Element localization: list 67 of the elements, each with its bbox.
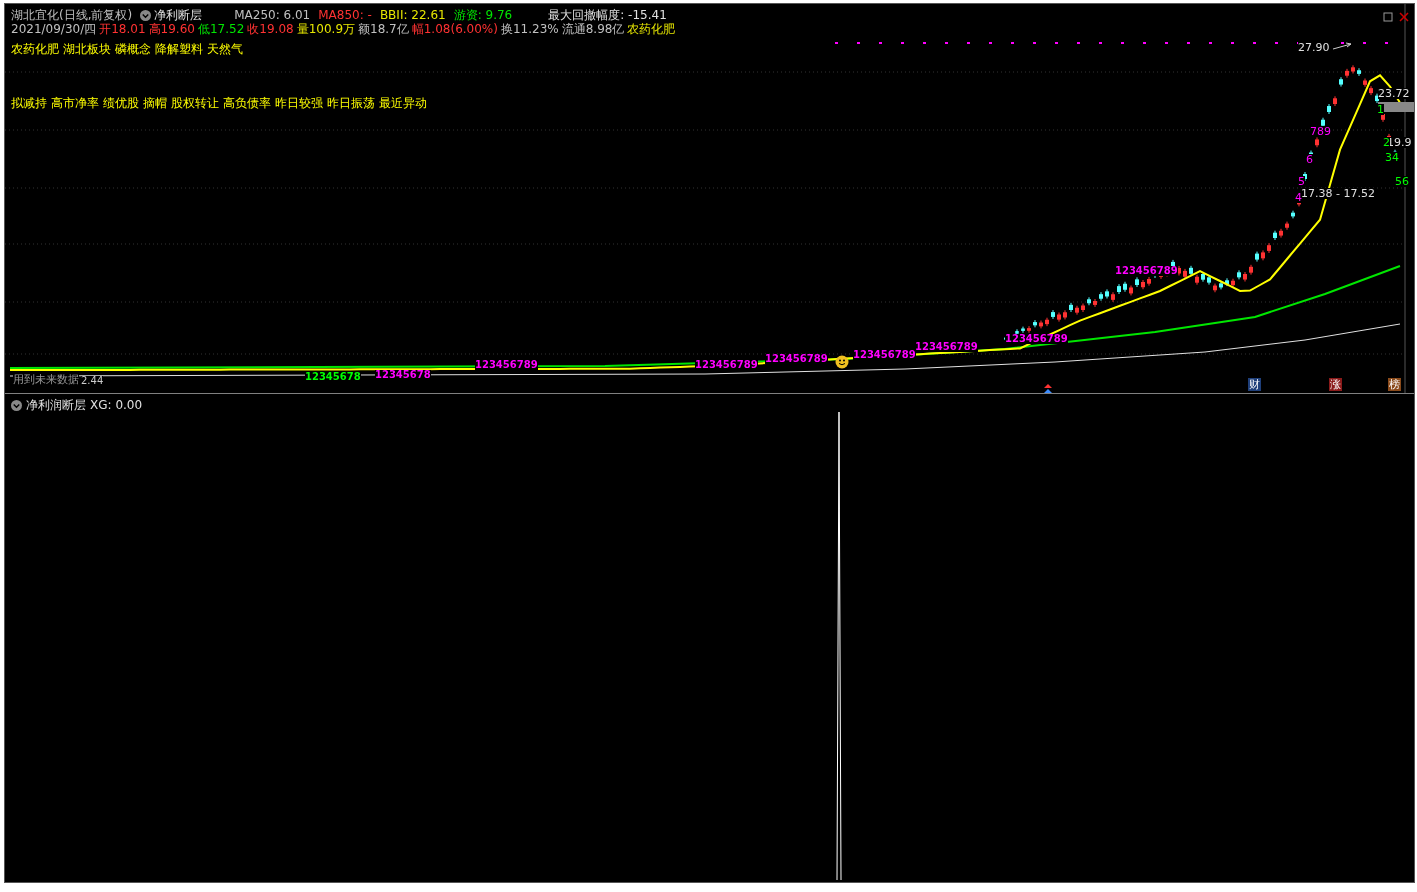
event-badge[interactable]: 财 [1248, 378, 1261, 391]
signal-tag: 拟减持 [11, 95, 47, 112]
wave-count-label: 6 [1306, 154, 1313, 165]
sequence-label: 123456789 [695, 360, 758, 370]
quote-field: 量100.9万 [296, 20, 355, 38]
wave-count-label: 56 [1395, 176, 1409, 187]
chevron-down-icon[interactable] [11, 399, 22, 411]
stock-title: 湖北宜化(日线,前复权) [11, 6, 133, 23]
indicator-name: 净利断层 [154, 6, 203, 23]
indicator-name: 净利润断层 [26, 396, 86, 414]
wave-count-label: 789 [1310, 126, 1331, 137]
arrow-icon [1333, 42, 1353, 50]
indicator-value: BBII: 22.61 [379, 8, 446, 22]
sequence-label: 12345678 [305, 372, 361, 382]
quote-field: 额18.7亿 [358, 20, 409, 38]
indicator-value: 游资: 9.76 [453, 6, 513, 23]
quote-field: 高19.60 [148, 20, 195, 38]
wave-count-label: 34 [1385, 152, 1399, 163]
chevron-down-icon[interactable] [140, 9, 152, 21]
event-badge[interactable]: 涨 [1329, 378, 1342, 391]
drawdown-value: 最大回撤幅度: -15.41 [548, 6, 667, 23]
signal-tag: 最近异动 [379, 95, 427, 112]
quote-field: 低17.52 [197, 20, 245, 38]
signal-tag: 高市净率 [51, 95, 99, 112]
quote-field: 换11.23% [500, 20, 559, 38]
sequence-label: 123456789 [475, 360, 538, 370]
value-label: 2.44 [81, 376, 104, 386]
quote-field: 收19.08 [247, 20, 294, 38]
sequence-label: 123456789 [1005, 334, 1068, 344]
double-up-arrow-icon [1043, 384, 1053, 393]
sequence-label: 123456789 [765, 354, 828, 364]
concept-tag: 天然气 [207, 40, 243, 58]
quote-field: 开18.01 [99, 20, 146, 38]
smiley-icon [835, 355, 849, 369]
quote-field: 2021/09/30/四 [11, 20, 97, 38]
event-badge[interactable]: 榜 [1388, 378, 1401, 391]
quote-field: 流通8.98亿 [561, 20, 625, 38]
concept-tag: 湖北板块 [63, 40, 111, 58]
warning-text: 用到未来数据 [13, 374, 79, 385]
wave-count-label: 5 [1298, 176, 1305, 187]
indicator-value: XG: 0.00 [90, 398, 143, 412]
wave-count-label: 2 [1383, 137, 1390, 148]
sequence-label: 123456789 [1115, 266, 1178, 276]
price-label: 23.72 [1378, 88, 1410, 99]
indicator-value: MA850: - [318, 8, 372, 22]
sequence-label: 123456789 [853, 350, 916, 360]
signal-tag: 摘帽 [143, 95, 167, 112]
price-range-label: 17.38 - 17.52 [1301, 188, 1375, 199]
price-level-bar [1378, 102, 1414, 112]
signal-tag: 昨日较强 [275, 95, 323, 112]
quote-field: 幅1.08(6.00%) [411, 20, 498, 38]
price-label: 27.90 [1298, 42, 1330, 53]
concept-tag: 磷概念 [115, 40, 151, 58]
wave-count-label: 4 [1295, 192, 1302, 203]
sequence-label: 123456789 [915, 342, 978, 352]
signal-tag: 昨日振荡 [327, 95, 375, 112]
concept-tag: 农药化肥 [11, 40, 59, 58]
concept-tag: 降解塑料 [155, 40, 203, 58]
indicator-value: MA250: 6.01 [234, 8, 311, 22]
signal-tag: 高负债率 [223, 95, 271, 112]
close-icon[interactable] [1399, 12, 1409, 22]
restore-icon[interactable] [1383, 12, 1393, 22]
wave-count-label: 1 [1377, 104, 1384, 115]
sequence-label: 12345678 [375, 370, 431, 380]
signal-tag: 股权转让 [171, 95, 219, 112]
signal-tag: 绩优股 [103, 95, 139, 112]
quote-field: 农药化肥 [627, 20, 676, 38]
